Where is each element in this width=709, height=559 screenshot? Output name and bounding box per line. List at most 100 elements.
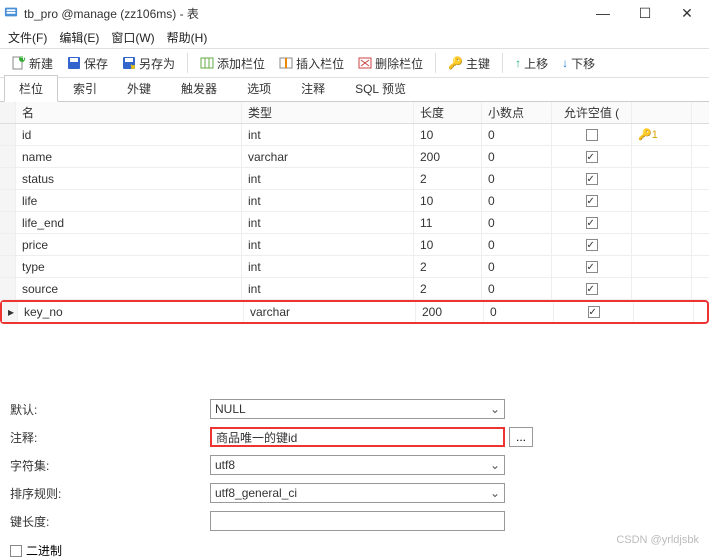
tab-3[interactable]: 触发器 (166, 75, 232, 101)
cell-len[interactable]: 10 (414, 234, 482, 255)
cell-dec[interactable]: 0 (482, 212, 552, 233)
cell-len[interactable]: 10 (414, 124, 482, 145)
cell-type[interactable]: varchar (242, 146, 414, 167)
table-row[interactable]: namevarchar2000 (0, 146, 709, 168)
saveas-button[interactable]: 另存为 (116, 53, 181, 74)
separator (187, 53, 188, 73)
cell-type[interactable]: int (242, 256, 414, 277)
table-row[interactable]: ▸key_novarchar2000 (0, 300, 709, 324)
moveup-button[interactable]: ↑上移 (509, 53, 554, 74)
cell-dec[interactable]: 0 (482, 124, 552, 145)
maximize-button[interactable]: ☐ (633, 5, 657, 22)
tab-6[interactable]: SQL 预览 (340, 75, 421, 101)
addcol-button[interactable]: 添加栏位 (194, 53, 271, 74)
null-checkbox[interactable] (586, 195, 598, 207)
cell-dec[interactable]: 0 (484, 302, 554, 322)
cell-null[interactable] (552, 146, 632, 167)
null-checkbox[interactable] (586, 151, 598, 163)
col-dec[interactable]: 小数点 (482, 102, 552, 123)
table-row[interactable]: sourceint20 (0, 278, 709, 300)
cell-null[interactable] (554, 302, 634, 322)
null-checkbox[interactable] (586, 283, 598, 295)
table-row[interactable]: priceint100 (0, 234, 709, 256)
close-button[interactable]: ✕ (675, 5, 699, 22)
table-row[interactable]: life_endint110 (0, 212, 709, 234)
table-row[interactable]: statusint20 (0, 168, 709, 190)
cell-type[interactable]: int (242, 278, 414, 299)
cell-name[interactable]: source (16, 278, 242, 299)
cell-type[interactable]: int (242, 234, 414, 255)
col-len[interactable]: 长度 (414, 102, 482, 123)
cell-null[interactable] (552, 190, 632, 211)
cell-len[interactable]: 2 (414, 278, 482, 299)
tab-2[interactable]: 外键 (112, 75, 166, 101)
tab-4[interactable]: 选项 (232, 75, 286, 101)
null-checkbox[interactable] (588, 306, 600, 318)
cell-name[interactable]: life_end (16, 212, 242, 233)
comment-dots-button[interactable]: ... (509, 427, 533, 447)
cell-name[interactable]: id (16, 124, 242, 145)
null-checkbox[interactable] (586, 173, 598, 185)
cell-null[interactable] (552, 256, 632, 277)
tab-5[interactable]: 注释 (286, 75, 340, 101)
menu-edit[interactable]: 编辑(E) (59, 29, 99, 46)
cell-name[interactable]: status (16, 168, 242, 189)
cell-len[interactable]: 10 (414, 190, 482, 211)
pk-button[interactable]: 🔑主键 (442, 53, 496, 74)
cell-null[interactable] (552, 124, 632, 145)
cell-null[interactable] (552, 234, 632, 255)
cell-dec[interactable]: 0 (482, 234, 552, 255)
cell-len[interactable]: 2 (414, 168, 482, 189)
cell-name[interactable]: type (16, 256, 242, 277)
delcol-button[interactable]: 删除栏位 (352, 53, 429, 74)
cell-dec[interactable]: 0 (482, 168, 552, 189)
binary-checkbox[interactable] (10, 545, 22, 557)
table-row[interactable]: typeint20 (0, 256, 709, 278)
cell-name[interactable]: price (16, 234, 242, 255)
cell-null[interactable] (552, 168, 632, 189)
tab-0[interactable]: 栏位 (4, 75, 58, 102)
cell-len[interactable]: 11 (414, 212, 482, 233)
cell-len[interactable]: 200 (416, 302, 484, 322)
cell-dec[interactable]: 0 (482, 278, 552, 299)
null-checkbox[interactable] (586, 261, 598, 273)
table-row[interactable]: lifeint100 (0, 190, 709, 212)
null-checkbox[interactable] (586, 239, 598, 251)
cell-dec[interactable]: 0 (482, 190, 552, 211)
cell-dec[interactable]: 0 (482, 256, 552, 277)
new-button[interactable]: +新建 (6, 53, 59, 74)
save-button[interactable]: 保存 (61, 53, 114, 74)
minimize-button[interactable]: — (591, 5, 615, 22)
svg-text:+: + (20, 56, 26, 64)
cell-name[interactable]: name (16, 146, 242, 167)
collation-field[interactable]: utf8_general_ci (210, 483, 505, 503)
cell-type[interactable]: int (242, 212, 414, 233)
keylen-field[interactable] (210, 511, 505, 531)
default-field[interactable]: NULL (210, 399, 505, 419)
null-checkbox[interactable] (586, 129, 598, 141)
insertcol-button[interactable]: 插入栏位 (273, 53, 350, 74)
cell-len[interactable]: 2 (414, 256, 482, 277)
null-checkbox[interactable] (586, 217, 598, 229)
col-type[interactable]: 类型 (242, 102, 414, 123)
col-name[interactable]: 名 (16, 102, 242, 123)
menu-help[interactable]: 帮助(H) (167, 29, 208, 46)
cell-type[interactable]: int (242, 190, 414, 211)
cell-null[interactable] (552, 278, 632, 299)
cell-name[interactable]: key_no (18, 302, 244, 322)
movedown-button[interactable]: ↓下移 (556, 53, 601, 74)
table-row[interactable]: idint100🔑1 (0, 124, 709, 146)
menu-file[interactable]: 文件(F) (8, 29, 47, 46)
cell-type[interactable]: varchar (244, 302, 416, 322)
cell-null[interactable] (552, 212, 632, 233)
tab-1[interactable]: 索引 (58, 75, 112, 101)
cell-type[interactable]: int (242, 124, 414, 145)
cell-name[interactable]: life (16, 190, 242, 211)
col-null[interactable]: 允许空值 ( (552, 102, 632, 123)
cell-type[interactable]: int (242, 168, 414, 189)
menu-window[interactable]: 窗口(W) (111, 29, 154, 46)
charset-field[interactable]: utf8 (210, 455, 505, 475)
cell-dec[interactable]: 0 (482, 146, 552, 167)
comment-field[interactable]: 商品唯一的键id (210, 427, 505, 447)
cell-len[interactable]: 200 (414, 146, 482, 167)
